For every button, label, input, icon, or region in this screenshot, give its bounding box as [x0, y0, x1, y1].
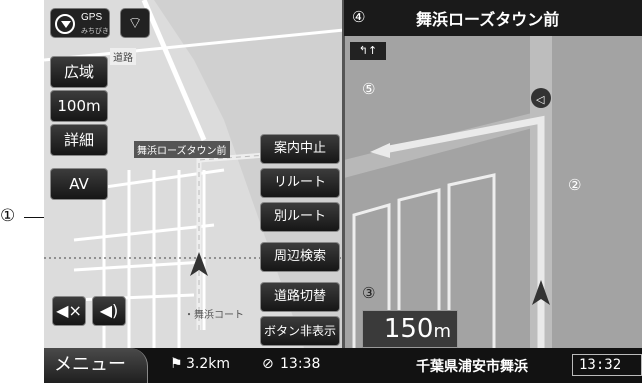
- intersection-graphic: ◁: [344, 36, 642, 348]
- compass-icon[interactable]: [55, 14, 75, 34]
- gps-label: GPS: [81, 12, 103, 23]
- stop-guidance-button[interactable]: 案内中止: [260, 134, 340, 164]
- mute-button[interactable]: ◀×: [52, 296, 86, 326]
- split-divider: [342, 0, 345, 348]
- callout-3: ③: [362, 284, 376, 302]
- wifi-icon: ⌔: [120, 8, 150, 38]
- menu-button[interactable]: メニュー: [44, 348, 148, 383]
- alt-route-button[interactable]: 別ルート: [260, 202, 340, 232]
- clock-icon: ⊘: [262, 356, 274, 372]
- svg-text:◁: ◁: [536, 93, 545, 106]
- current-location: 千葉県浦安市舞浜: [416, 359, 528, 375]
- remaining-distance: 3.2km: [186, 356, 231, 372]
- nav-screen: ◁ ④ 舞浜ローズタウン前 ↰↑ ⑤ ② ③ 150m GPS みちびき ⌔ 道…: [44, 0, 642, 383]
- road-label: 道路: [110, 48, 136, 65]
- intersection-header: ④ 舞浜ローズタウン前: [344, 0, 642, 36]
- bottom-status-bar: メニュー ⚑ 3.2km ⊘ 13:38 千葉県浦安市舞浜 13:32: [44, 348, 642, 383]
- distance-to-intersection: 150m: [362, 310, 458, 348]
- distance-unit: m: [433, 321, 451, 342]
- gps-status: GPS みちびき: [50, 8, 110, 38]
- nearby-search-button[interactable]: 周辺検索: [260, 242, 340, 272]
- lane-guidance-icon: ↰↑: [350, 42, 386, 60]
- callout-2: ②: [568, 176, 582, 194]
- intersection-name: 舞浜ローズタウン前: [416, 10, 560, 29]
- callout-1: ①: [0, 206, 16, 226]
- wide-area-button[interactable]: 広域: [50, 56, 108, 88]
- gps-sub-label: みちびき: [81, 27, 109, 35]
- callout-5: ⑤: [362, 80, 376, 98]
- road-switch-button[interactable]: 道路切替: [260, 282, 340, 312]
- scale-button[interactable]: 100m: [50, 90, 108, 122]
- distance-value: 150: [383, 314, 434, 344]
- goal-flag-icon: ⚑: [170, 356, 183, 372]
- current-clock: 13:32: [572, 354, 642, 376]
- place-label-bottom: ・舞浜コート: [184, 310, 244, 321]
- place-label: 舞浜ローズタウン前: [134, 141, 230, 158]
- callout-4: ④: [352, 8, 366, 26]
- av-button[interactable]: AV: [50, 168, 108, 200]
- intersection-guidance-view: ◁: [344, 0, 642, 348]
- reroute-button[interactable]: リルート: [260, 168, 340, 198]
- arrival-time: 13:38: [280, 356, 321, 372]
- hide-buttons-button[interactable]: ボタン非表示: [260, 316, 340, 346]
- volume-button[interactable]: ◀): [92, 296, 126, 326]
- detail-button[interactable]: 詳細: [50, 124, 108, 156]
